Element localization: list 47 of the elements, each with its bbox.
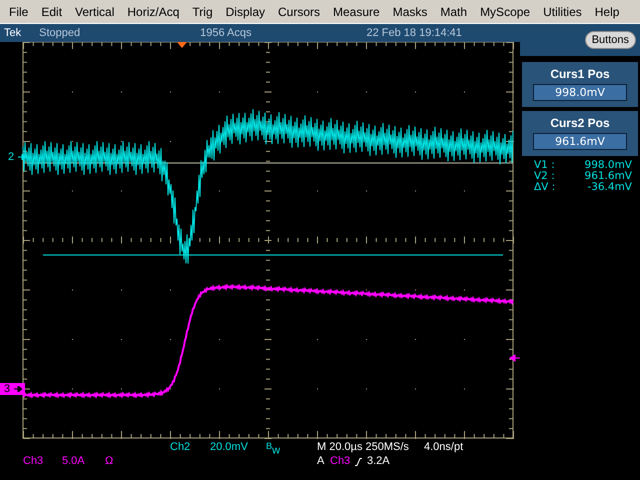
menu-item[interactable]: File xyxy=(4,4,36,18)
readout-label: V1 : xyxy=(534,160,556,171)
bandwidth-limit-label: $^{B}$w xyxy=(266,441,282,455)
readout-label: V2 : xyxy=(534,171,556,182)
cursor-panel-title: Curs2 Pos xyxy=(550,116,610,130)
cursor-panel-title: Curs1 Pos xyxy=(550,67,610,81)
menu-item[interactable]: Masks xyxy=(388,4,436,18)
cursor-value-field[interactable]: 998.0mV xyxy=(533,84,627,101)
channel-number[interactable]: 2 xyxy=(4,151,18,163)
menu-item[interactable]: Display xyxy=(220,4,273,18)
acquisition-state: Stopped xyxy=(39,27,80,39)
acquisition-count: 1956 Acqs xyxy=(200,27,252,39)
readout-value: -36.4mV xyxy=(586,182,632,193)
cursor-panel[interactable]: Curs2 Pos 961.6mV xyxy=(522,111,638,156)
menu-item[interactable]: Measure xyxy=(328,4,388,18)
channel-label: Ch2 xyxy=(170,441,192,455)
menu-item[interactable]: Math xyxy=(435,4,476,18)
menu-item[interactable]: Trig xyxy=(187,4,221,18)
cursor-value-field[interactable]: 961.6mV xyxy=(533,133,627,150)
rising-edge-icon xyxy=(355,458,362,466)
coupling-label: Ω xyxy=(105,455,114,469)
readout-value: 998.0mV xyxy=(584,160,632,171)
menu-item[interactable]: Cursors xyxy=(273,4,328,18)
readout-value: 961.6mV xyxy=(584,171,632,182)
menu-item[interactable]: Vertical xyxy=(70,4,122,18)
menu-item[interactable]: Horiz/Acq xyxy=(122,4,188,18)
left-arrow-icon xyxy=(510,354,520,362)
brand-label: Tek xyxy=(4,27,22,39)
vertical-scale: 20.0mV xyxy=(210,441,249,455)
resolution-readout: 4.0ns/pt xyxy=(424,441,464,455)
channel-marker-tag[interactable]: 3 xyxy=(0,383,26,395)
menu-item[interactable]: Help xyxy=(590,4,628,18)
menu-item[interactable]: Edit xyxy=(36,4,70,18)
cursor-panel[interactable]: Curs1 Pos 998.0mV xyxy=(522,62,638,107)
readout-label: ΔV : xyxy=(534,182,556,193)
channel-label: Ch3 xyxy=(23,455,44,469)
arrow-icon xyxy=(14,386,22,392)
timebase-readout: M 20.0µs 250MS/s xyxy=(317,441,410,455)
buttons-button[interactable]: Buttons xyxy=(584,31,636,49)
menu-item[interactable]: Utilities xyxy=(538,4,590,18)
trigger-level: 3.2A xyxy=(367,455,391,469)
date-time: 22 Feb 18 19:14:41 xyxy=(366,27,462,39)
arrow-icon xyxy=(18,154,26,160)
vertical-scale: 5.0A xyxy=(62,455,86,469)
menu-item[interactable]: MyScope xyxy=(475,4,538,18)
trigger-mode: A xyxy=(317,455,326,469)
trigger-source: Ch3 xyxy=(330,455,352,469)
